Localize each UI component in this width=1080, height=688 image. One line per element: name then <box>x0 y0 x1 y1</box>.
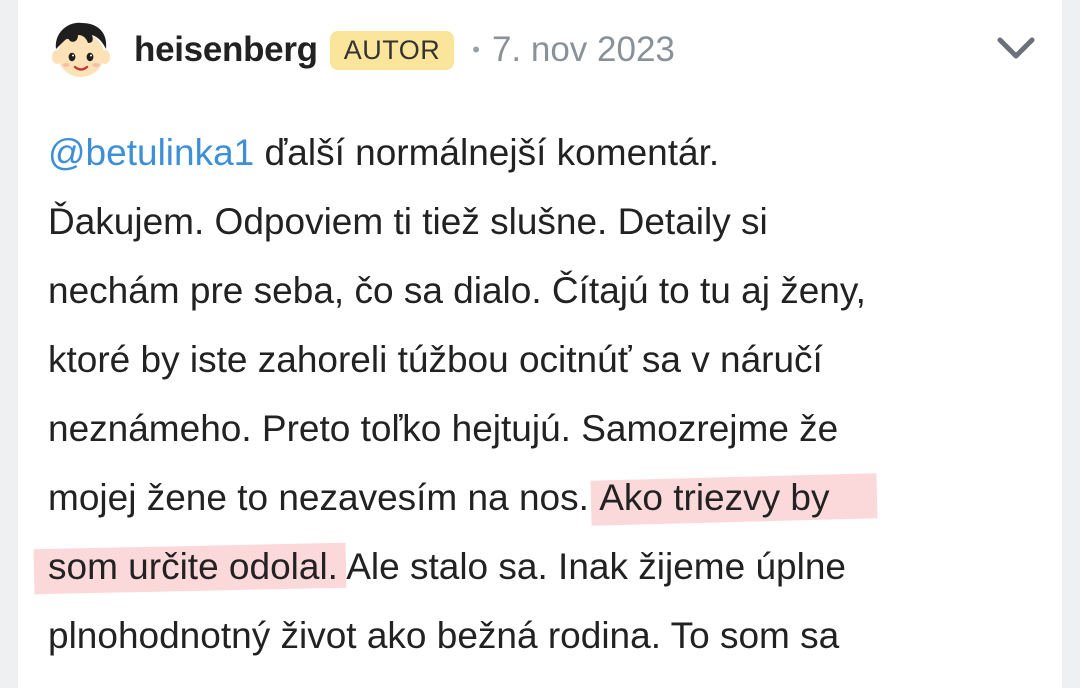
highlighted-text: som určite odolal. <box>48 546 338 587</box>
comment-text: Ale stalo sa. Inak žijeme úplne <box>337 546 846 587</box>
chevron-down-icon <box>997 37 1035 59</box>
comment-text: ďalší normálnejší komentár. <box>254 132 720 173</box>
cartoon-boy-avatar-icon <box>48 17 114 83</box>
highlighted-text: Ako triezvy by <box>599 477 830 518</box>
comment-text: mojej žene to nezavesím na nos. <box>48 477 600 518</box>
comment-line-8: plnohodnotný život ako bežná rodina. To … <box>48 615 840 656</box>
comment-line-2: Ďakujem. Odpoviem ti tiež slušne. Detail… <box>48 201 768 242</box>
comment-line-1: @betulinka1 ďalší normálnejší komentár. <box>48 118 1048 187</box>
avatar[interactable] <box>48 17 114 83</box>
highlight-mark: som určite odolal. <box>33 532 347 601</box>
comment-line-3: nechám pre seba, čo sa dialo. Čítajú to … <box>48 270 866 311</box>
author-name[interactable]: heisenberg <box>134 30 318 70</box>
comment-menu-button[interactable] <box>994 26 1038 70</box>
comment-header: heisenberg AUTOR • 7. nov 2023 <box>48 12 1038 88</box>
comment-body: @betulinka1 ďalší normálnejší komentár. … <box>33 118 1048 670</box>
user-mention-link[interactable]: @betulinka1 <box>48 132 254 173</box>
author-badge: AUTOR <box>329 30 455 70</box>
highlight-mark: Ako triezvy by <box>590 463 879 532</box>
comment-line-7: som určite odolal. Ale stalo sa. Inak ži… <box>33 532 1048 601</box>
comment-card: heisenberg AUTOR • 7. nov 2023 @betulink… <box>18 0 1062 688</box>
separator-dot: • <box>472 37 480 62</box>
comment-line-6: mojej žene to nezavesím na nos. Ako trie… <box>48 463 1048 532</box>
comment-line-4: ktoré by iste zahoreli túžbou ocitnúť sa… <box>48 339 823 380</box>
post-date: 7. nov 2023 <box>491 30 675 69</box>
comment-line-5: neznámeho. Preto toľko hejtujú. Samozrej… <box>48 408 839 449</box>
